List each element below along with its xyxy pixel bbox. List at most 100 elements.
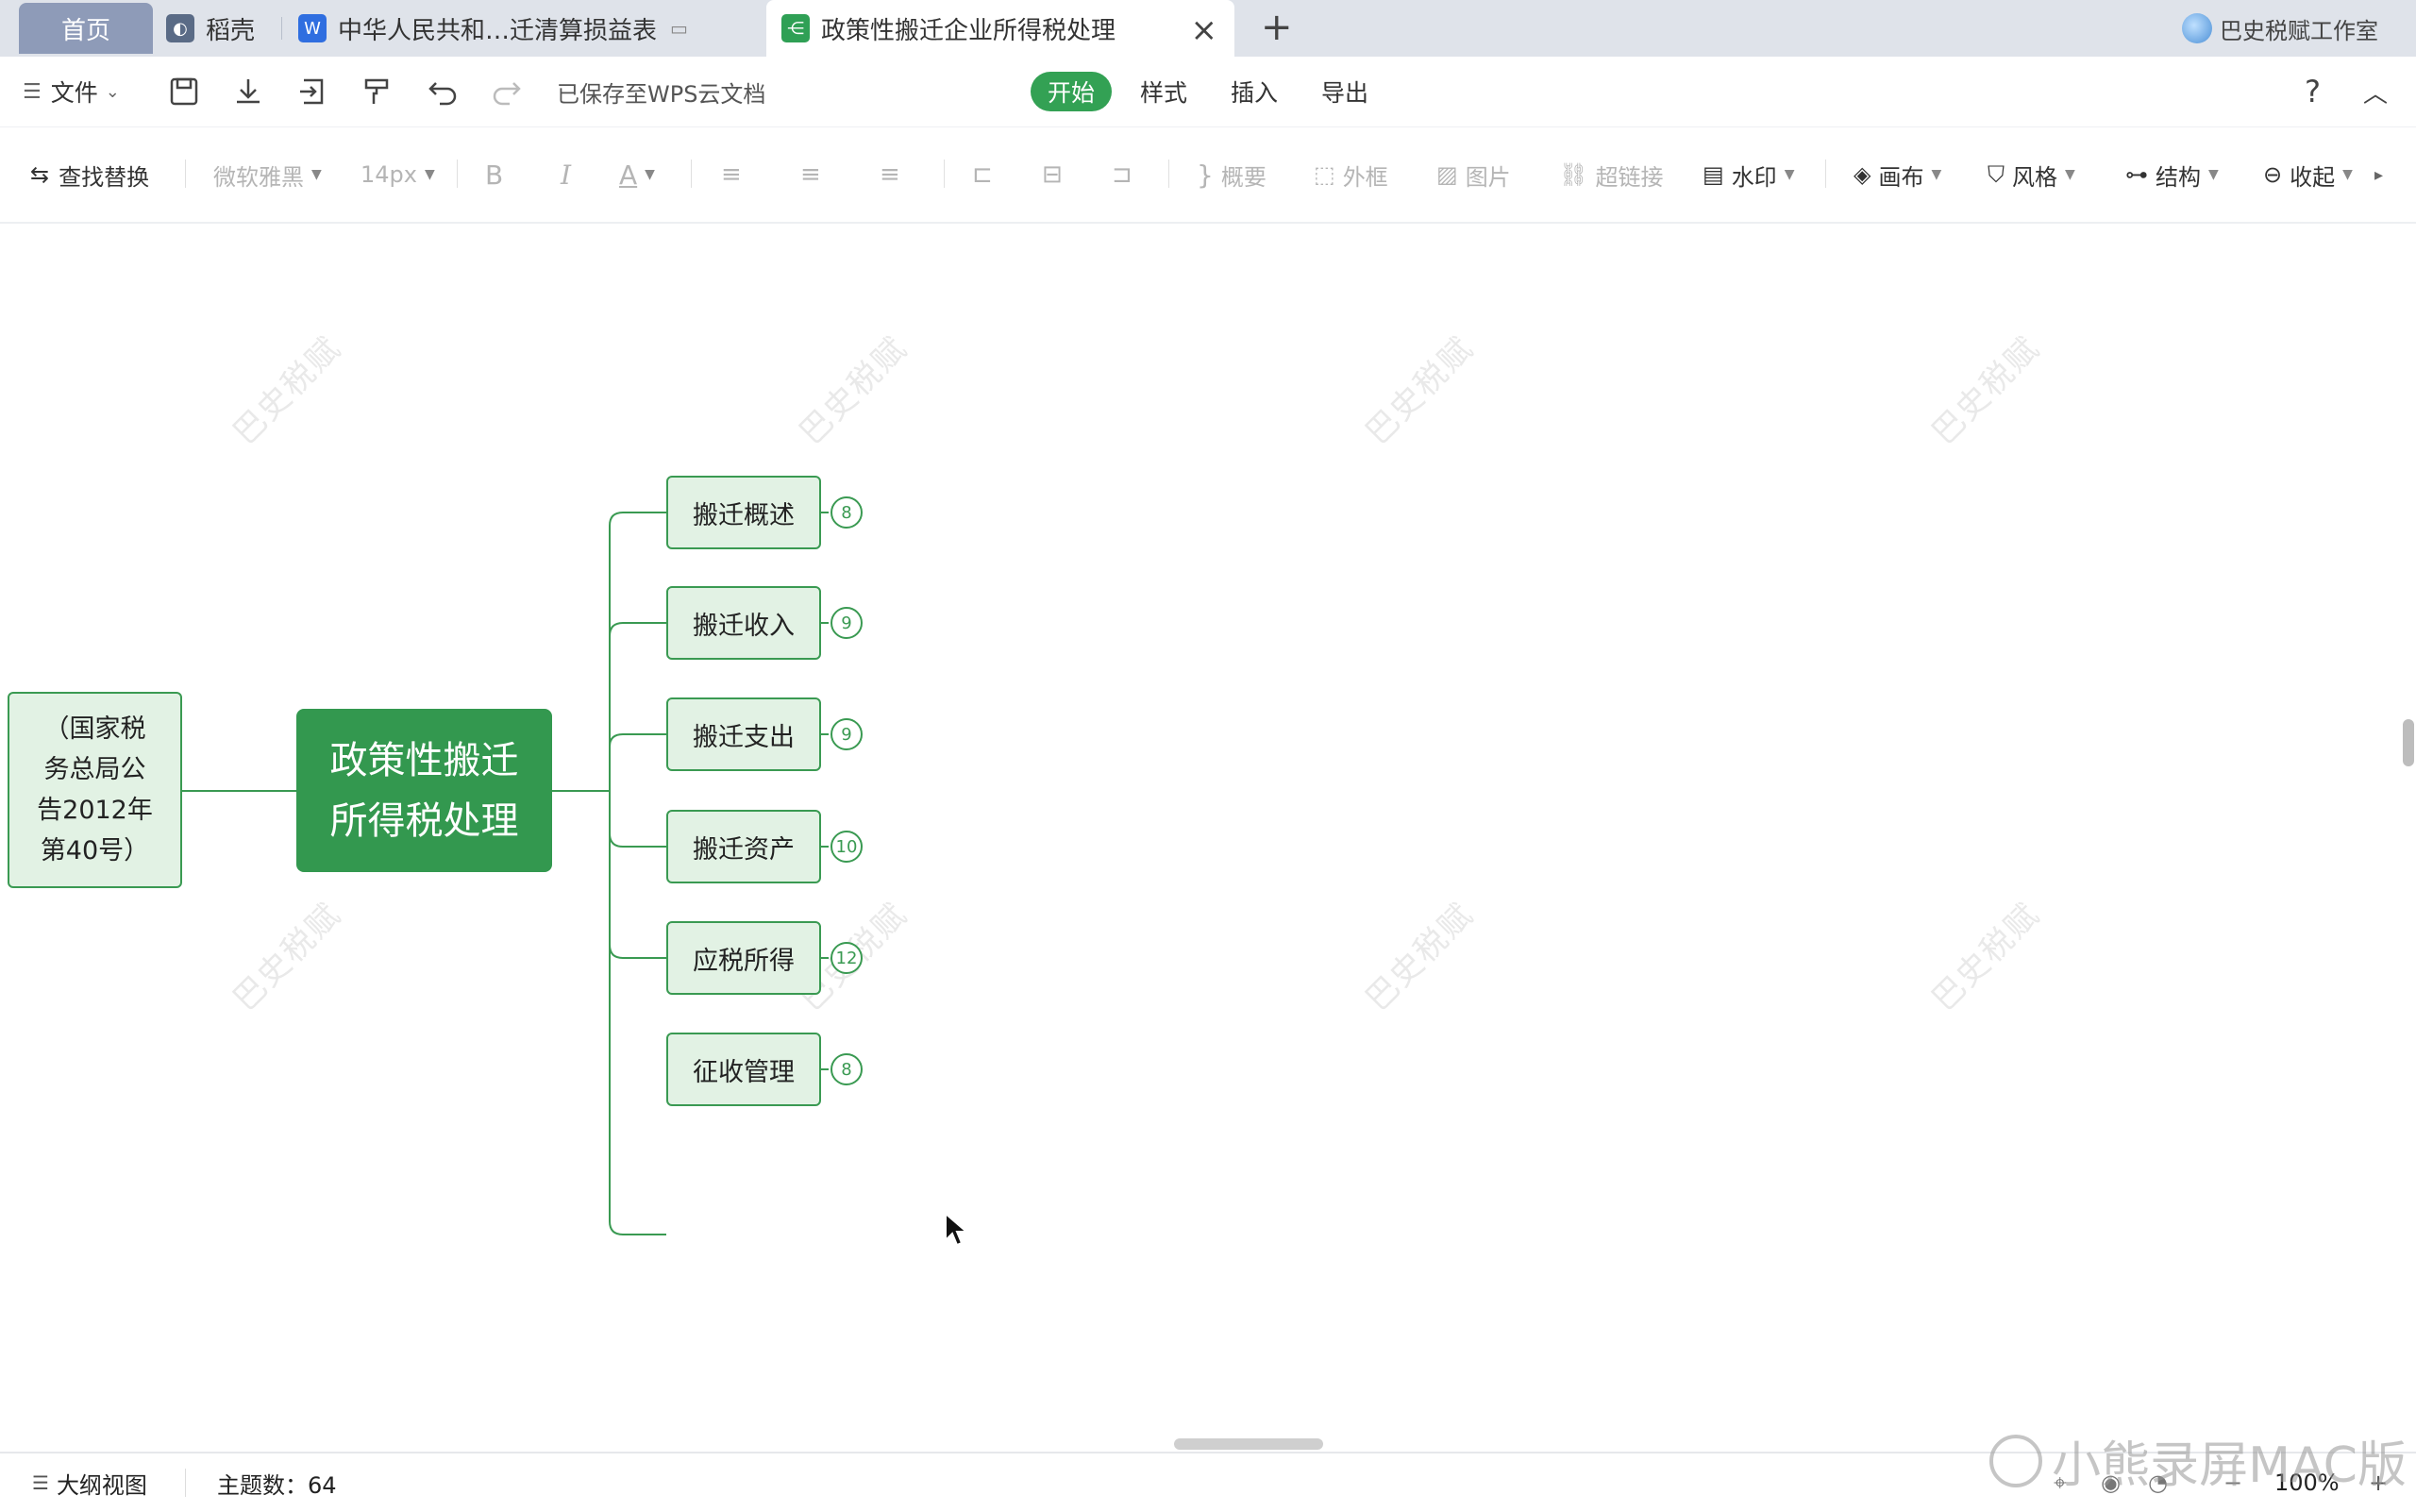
mindmap-child-node[interactable]: 搬迁收入 (666, 586, 821, 660)
mindmap-root-node[interactable]: 政策性搬迁 所得税处理 (296, 709, 552, 872)
caret-down-icon: ▼ (1931, 167, 1942, 182)
export-icon[interactable] (294, 74, 330, 109)
image-button[interactable]: ▨ 图片 (1436, 127, 1511, 222)
toolbar-divider (1825, 160, 1826, 188)
ribbon-tab-export[interactable]: 导出 (1304, 72, 1385, 111)
ribbon-tab-insert[interactable]: 插入 (1214, 72, 1295, 111)
collapsed-count-badge[interactable]: 9 (830, 718, 863, 750)
find-replace-label: 查找替换 (59, 163, 150, 191)
image-icon: ▨ (1436, 161, 1458, 188)
node-text-line: （国家税 (43, 714, 146, 744)
bold-button[interactable]: B (485, 127, 503, 222)
collapsed-count-badge[interactable]: 8 (830, 1053, 863, 1085)
tab-bar: 首页 ◐ 稻壳 W 中华人民共和…迁清算损益表 ▭ ⋲ 政策性搬迁企业所得税处理… (0, 0, 2416, 57)
style-button[interactable]: ⛉ 风格 ▼ (1988, 127, 2075, 222)
watermark-button[interactable]: ▤ 水印 ▼ (1703, 127, 1794, 222)
structure-button[interactable]: ⊶ 结构 ▼ (2125, 127, 2219, 222)
hamburger-icon: ☰ (23, 79, 42, 104)
caret-down-icon: ▼ (2342, 167, 2353, 182)
caret-down-icon: ▼ (645, 167, 655, 182)
find-replace-button[interactable]: ⇆ 查找替换 (30, 127, 149, 222)
root-text-line: 所得税处理 (329, 798, 519, 843)
mindmap-child-node[interactable]: 搬迁支出 (666, 697, 821, 771)
caret-down-icon: ▼ (2065, 167, 2075, 182)
ribbon-tab-start[interactable]: 开始 (1031, 72, 1113, 111)
screen-recorder-watermark: 小熊录屏MAC版 (1989, 1425, 2407, 1496)
frame-button[interactable]: ⬚ 外框 (1314, 127, 1388, 222)
node-text-line: 告2012年 (37, 796, 153, 825)
download-icon[interactable] (230, 74, 266, 109)
file-menu[interactable]: ☰ 文件 ⌄ (23, 57, 120, 126)
insert-child-topic-icon[interactable]: ⊏ (972, 127, 993, 222)
structure-icon: ⊶ (2125, 161, 2148, 188)
root-text-line: 政策性搬迁 (329, 738, 519, 782)
mindmap-canvas[interactable]: 巴史税赋 巴史税赋 巴史税赋 巴史税赋 巴史税赋 巴史税赋 巴史税赋 巴史税赋 … (0, 224, 2416, 1451)
summary-label: 概要 (1220, 163, 1267, 191)
file-menu-label: 文件 (50, 79, 98, 107)
save-icon[interactable] (166, 74, 202, 109)
tab-daoke-label: 稻壳 (206, 16, 256, 45)
collapsed-count-badge[interactable]: 8 (830, 496, 863, 529)
italic-button[interactable]: I (561, 127, 571, 222)
account-button[interactable]: 巴史税赋工作室 (2182, 0, 2378, 57)
font-size-select[interactable]: 14px ▼ (361, 127, 435, 222)
tab-divider (281, 17, 282, 40)
mindmap-child-node[interactable]: 搬迁概述 (666, 476, 821, 549)
toolbar-divider (1168, 160, 1169, 188)
tab-active-label: 政策性搬迁企业所得税处理 (821, 16, 1116, 45)
undo-icon[interactable] (425, 74, 461, 109)
redo-icon[interactable] (489, 74, 525, 109)
vertical-scrollbar[interactable] (2403, 719, 2414, 766)
caret-down-icon: ▼ (424, 167, 435, 182)
align-left-icon[interactable]: ≡ (721, 127, 742, 222)
canvas-button[interactable]: ◈ 画布 ▼ (1854, 127, 1941, 222)
camera-icon (1989, 1434, 2043, 1487)
tab-daoke[interactable]: ◐ 稻壳 (166, 0, 279, 57)
new-tab-plus-icon[interactable]: + (1261, 6, 1293, 49)
outline-view-label: 大纲视图 (56, 1471, 147, 1499)
collapsed-count-badge[interactable]: 9 (830, 607, 863, 639)
mindmap-node-reference[interactable]: （国家税 务总局公 告2012年 第40号） (8, 692, 182, 888)
font-color-button[interactable]: A ▼ (619, 127, 655, 222)
close-icon[interactable]: × (1191, 11, 1218, 49)
collapsed-count-badge[interactable]: 10 (830, 831, 863, 863)
node-text-line: 第40号） (40, 836, 150, 865)
insert-parent-topic-icon[interactable]: ⊐ (1112, 127, 1132, 222)
menu-bar: ☰ 文件 ⌄ 已保存至WPS云文档 开始 样式 插入 导出 ? ︿ (0, 57, 2416, 127)
toolbar-divider (944, 160, 945, 188)
mindmap-child-node[interactable]: 征收管理 (666, 1033, 821, 1106)
save-status: 已保存至WPS云文档 (557, 80, 766, 108)
help-button[interactable]: ? (2305, 57, 2321, 126)
outline-view-button[interactable]: ☰ 大纲视图 (32, 1453, 147, 1512)
swap-arrows-icon: ⇆ (30, 161, 50, 188)
font-family-select[interactable]: 微软雅黑 ▼ (213, 127, 322, 222)
canvas-label: 画布 (1878, 163, 1924, 191)
hyperlink-label: 超链接 (1595, 163, 1664, 191)
format-painter-icon[interactable] (359, 74, 394, 109)
paint-bucket-icon: ◈ (1854, 161, 1871, 188)
summary-button[interactable]: } 概要 (1197, 127, 1267, 222)
tab-home[interactable]: 首页 (19, 3, 153, 54)
horizontal-scrollbar[interactable] (1174, 1438, 1323, 1450)
toolbar-divider (691, 160, 692, 188)
collapsed-count-badge[interactable]: 12 (830, 942, 863, 974)
toolbar-divider (457, 160, 458, 188)
caret-down-icon: ▼ (311, 167, 322, 182)
tab-document-label: 中华人民共和…迁清算损益表 (338, 16, 658, 45)
tab-document[interactable]: W 中华人民共和…迁清算损益表 ▭ (298, 0, 751, 57)
watermark-label: 水印 (1731, 163, 1777, 191)
mindmap-child-node[interactable]: 应税所得 (666, 921, 821, 995)
align-right-icon[interactable]: ≡ (880, 127, 900, 222)
ribbon-tab-style[interactable]: 样式 (1123, 72, 1204, 111)
collapse-button[interactable]: ⊖ 收起 ▼ (2263, 127, 2353, 222)
toolbar-scroll-right-icon[interactable]: ▸ (2374, 127, 2383, 222)
insert-sibling-topic-icon[interactable]: ⊟ (1042, 127, 1063, 222)
caret-down-icon: ▼ (1784, 167, 1795, 182)
monitor-icon: ▭ (670, 17, 688, 40)
hyperlink-button[interactable]: ⛓ 超链接 (1559, 127, 1663, 222)
tab-mindmap-active[interactable]: ⋲ 政策性搬迁企业所得税处理 × (766, 0, 1234, 57)
mindmap-child-node[interactable]: 搬迁资产 (666, 810, 821, 883)
chevron-up-icon[interactable]: ︿ (2363, 57, 2388, 126)
align-center-icon[interactable]: ≡ (800, 127, 821, 222)
recorder-watermark-text: 小熊录屏MAC版 (2052, 1437, 2407, 1494)
